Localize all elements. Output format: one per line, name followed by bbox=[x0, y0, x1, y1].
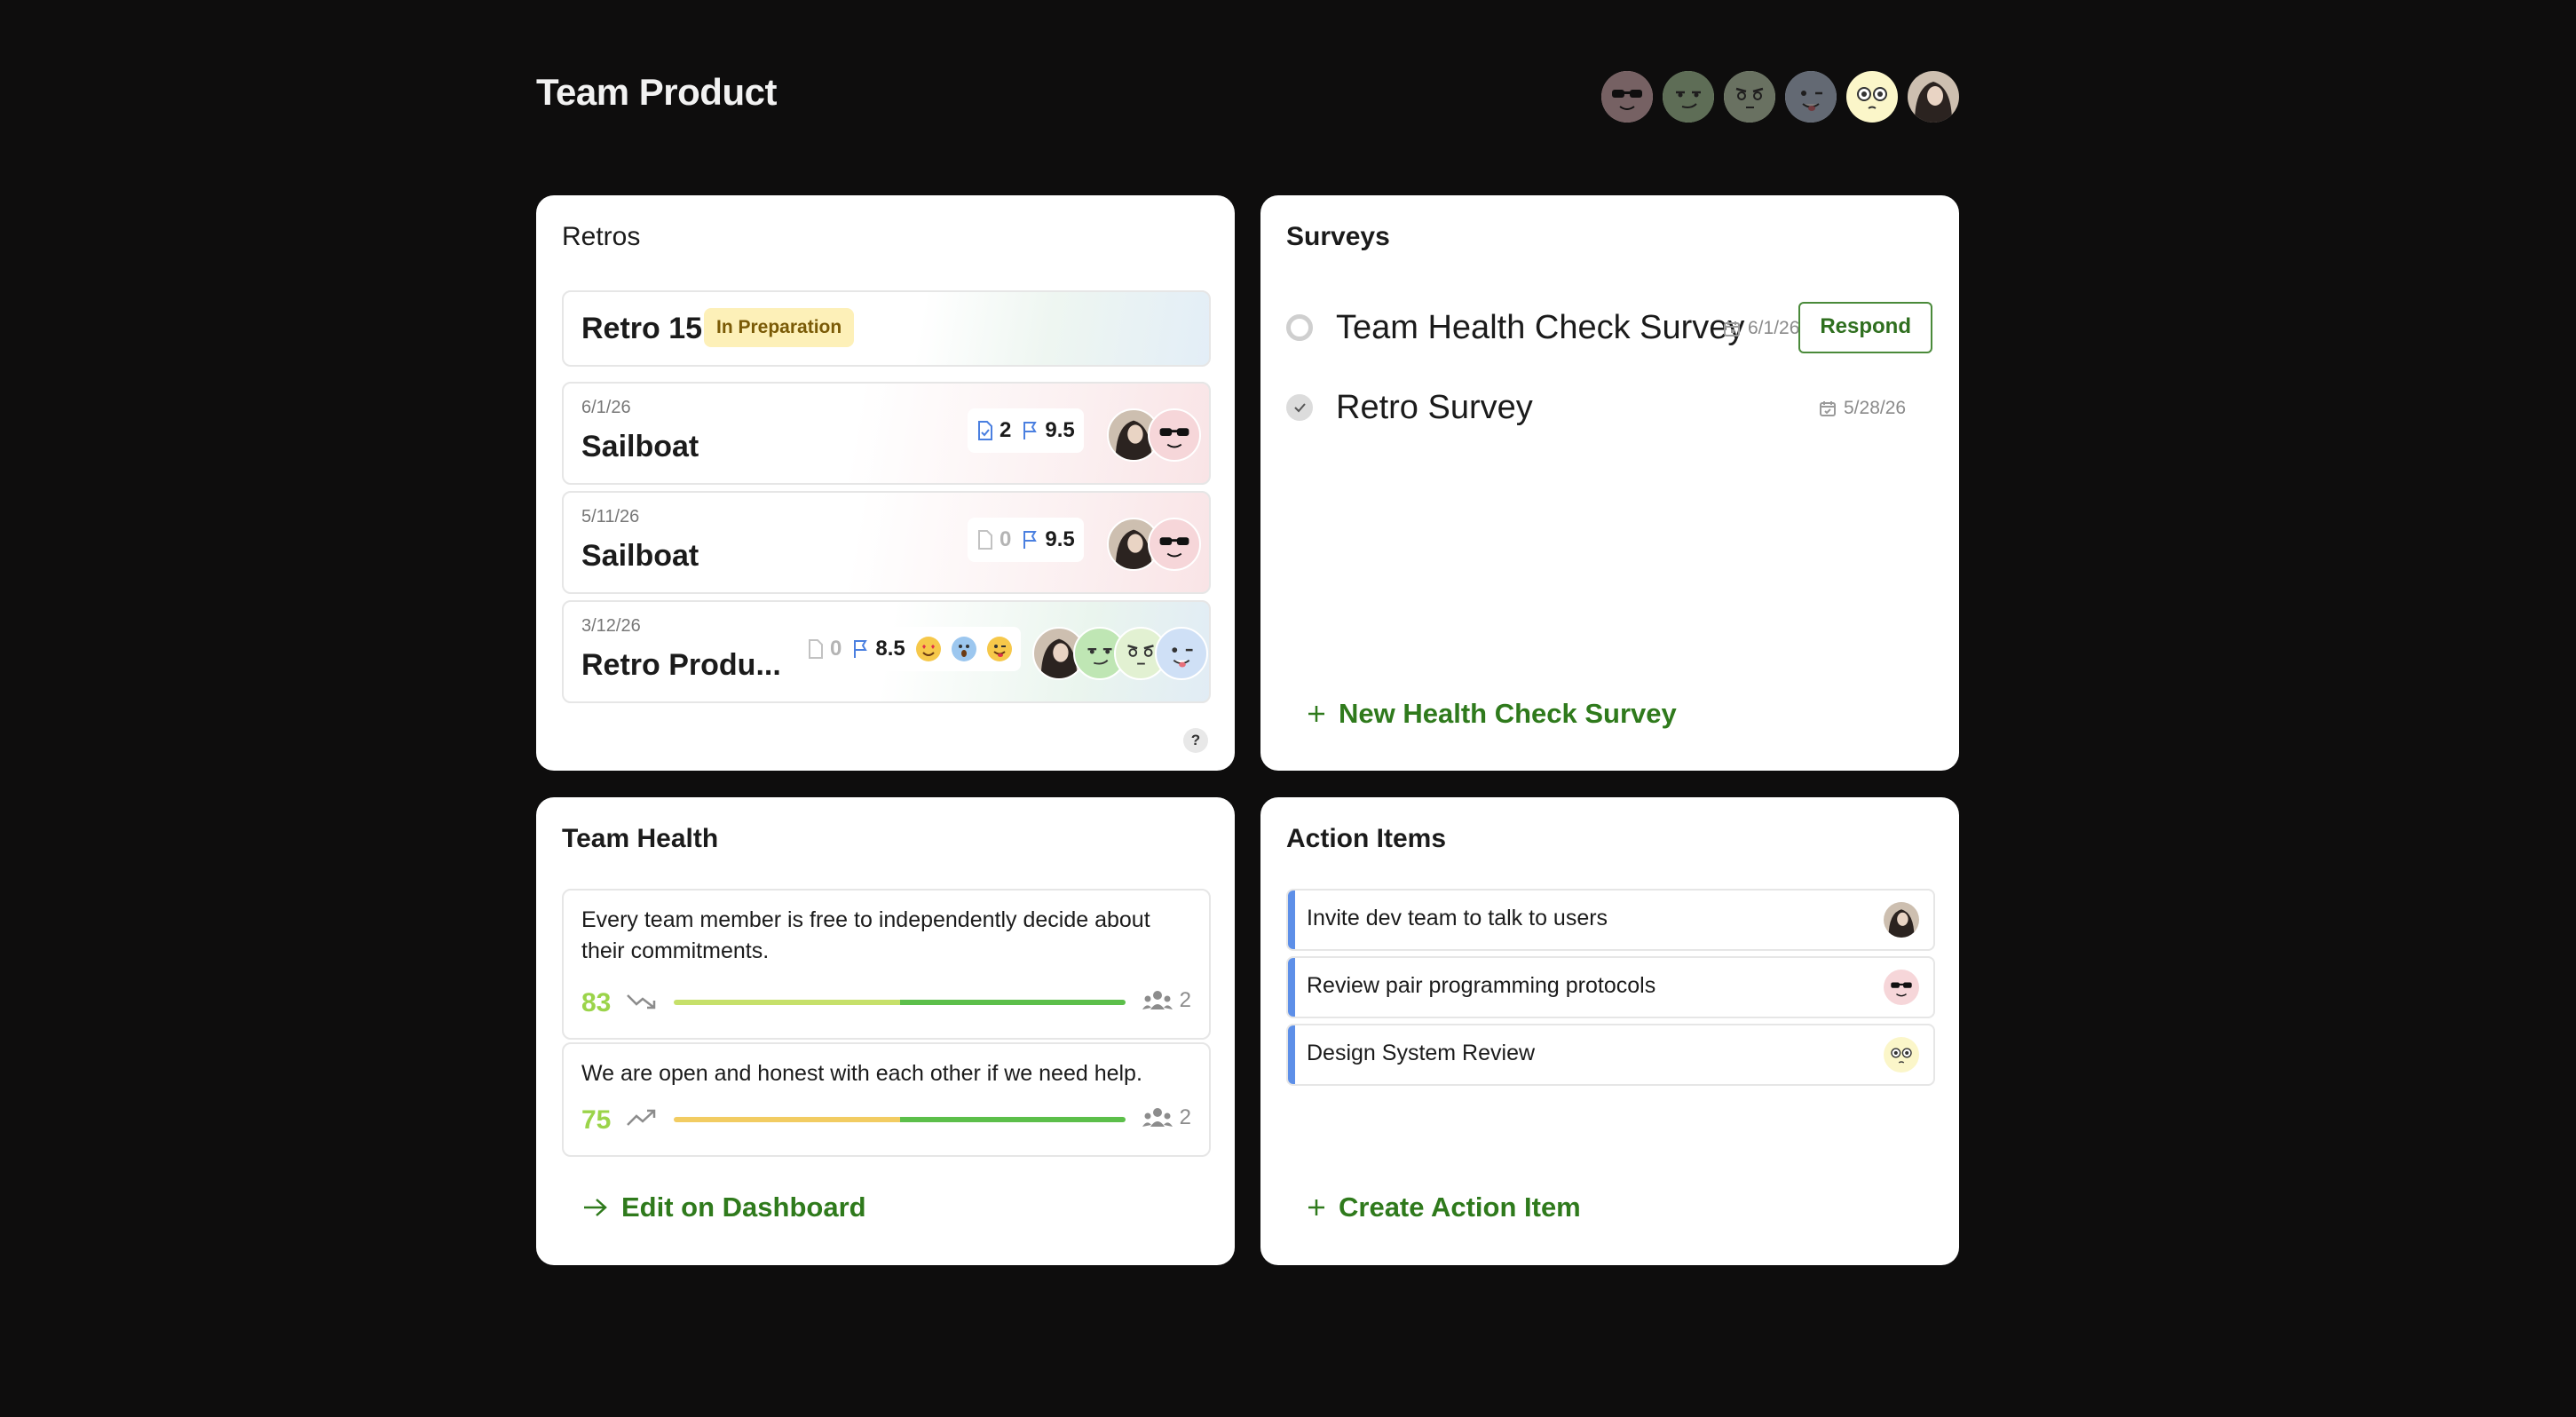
flag-icon bbox=[854, 640, 868, 658]
survey-row[interactable]: Retro Survey 5/28/26 bbox=[1286, 382, 1932, 435]
photo-avatar bbox=[1884, 902, 1919, 938]
survey-date: 6/1/26 bbox=[1723, 318, 1799, 339]
health-item[interactable]: We are open and honest with each other i… bbox=[562, 1042, 1211, 1157]
action-item-text: Review pair programming protocols bbox=[1307, 973, 1656, 998]
surveys-card: Surveys Team Health Check Survey 6/1/26 … bbox=[1260, 195, 1959, 771]
health-score-bar bbox=[674, 1117, 1126, 1122]
score-stat: 8.5 bbox=[852, 637, 905, 661]
participants bbox=[1032, 627, 1208, 680]
retro-date: 5/11/26 bbox=[581, 507, 640, 526]
retro-date: 3/12/26 bbox=[581, 616, 641, 636]
arrow-right-icon bbox=[584, 1199, 607, 1216]
respond-button[interactable]: Respond bbox=[1798, 302, 1932, 353]
survey-date: 5/28/26 bbox=[1819, 398, 1906, 419]
retro-stats: 0 9.5 bbox=[968, 518, 1084, 562]
tongue-face-avatar[interactable] bbox=[1785, 71, 1837, 123]
health-item[interactable]: Every team member is free to independent… bbox=[562, 889, 1211, 1040]
flag-icon bbox=[1023, 422, 1038, 439]
team-health-card: Team Health Every team member is free to… bbox=[536, 797, 1235, 1265]
survey-name: Retro Survey bbox=[1336, 389, 1533, 426]
sunglasses-face-avatar bbox=[1148, 408, 1201, 462]
sunglasses-face-avatar bbox=[1148, 518, 1201, 571]
document-icon bbox=[978, 421, 992, 440]
health-question: Every team member is free to independent… bbox=[581, 907, 1150, 963]
score-stat: 9.5 bbox=[1022, 418, 1075, 443]
current-retro-name: Retro 15 bbox=[581, 312, 703, 345]
action-item-stripe bbox=[1288, 958, 1295, 1017]
health-score: 83 bbox=[581, 988, 612, 1017]
edit-on-dashboard-link[interactable]: Edit on Dashboard bbox=[582, 1191, 866, 1223]
surveys-title: Surveys bbox=[1286, 222, 1390, 251]
plus-icon bbox=[1308, 706, 1324, 722]
retros-title: Retros bbox=[562, 222, 641, 251]
flag-icon bbox=[1023, 531, 1038, 549]
people-icon bbox=[1142, 1108, 1173, 1127]
create-action-item-button[interactable]: Create Action Item bbox=[1307, 1191, 1581, 1223]
team-member-avatars bbox=[1601, 71, 1960, 123]
action-items-title: Action Items bbox=[1286, 824, 1447, 853]
help-button[interactable]: ? bbox=[1183, 728, 1208, 753]
responses-count: 2 bbox=[1142, 1105, 1191, 1130]
plus-icon bbox=[1308, 1199, 1324, 1215]
action-item[interactable]: Design System Review bbox=[1286, 1024, 1935, 1086]
retro-name: Retro Produ... bbox=[581, 648, 781, 682]
participants bbox=[1107, 518, 1201, 571]
retros-card: Retros Retro 15 In Preparation 6/1/26 Sa… bbox=[536, 195, 1235, 771]
retro-row[interactable]: 6/1/26 Sailboat 2 9.5 bbox=[562, 382, 1211, 485]
score-stat: 9.5 bbox=[1022, 527, 1075, 552]
retro-stats: 2 9.5 bbox=[968, 408, 1084, 453]
notes-stat: 0 bbox=[807, 637, 842, 661]
survey-row[interactable]: Team Health Check Survey 6/1/26 Respond bbox=[1286, 302, 1932, 355]
retro-row[interactable]: 3/12/26 Retro Produ... 0 8.5 bbox=[562, 600, 1211, 703]
action-item-text: Invite dev team to talk to users bbox=[1307, 906, 1608, 930]
action-item-stripe bbox=[1288, 1025, 1295, 1084]
page-title: Team Product bbox=[536, 71, 777, 113]
new-survey-button[interactable]: New Health Check Survey bbox=[1307, 698, 1677, 730]
survey-status-circle-icon[interactable] bbox=[1286, 314, 1313, 341]
retro-row[interactable]: 5/11/26 Sailboat 0 9.5 bbox=[562, 491, 1211, 594]
participants bbox=[1107, 408, 1201, 462]
smirk-face-avatar[interactable] bbox=[1663, 71, 1714, 123]
document-icon bbox=[809, 639, 823, 659]
trend-up-icon bbox=[627, 1109, 656, 1126]
action-item[interactable]: Invite dev team to talk to users bbox=[1286, 889, 1935, 951]
status-badge: In Preparation bbox=[704, 308, 855, 347]
action-item-text: Design System Review bbox=[1307, 1041, 1536, 1065]
survey-completed-check-icon bbox=[1286, 394, 1313, 421]
calendar-icon bbox=[1724, 321, 1740, 336]
action-items-card: Action Items Invite dev team to talk to … bbox=[1260, 797, 1959, 1265]
people-icon bbox=[1142, 991, 1173, 1009]
action-item-stripe bbox=[1288, 891, 1295, 949]
scream-emoji-icon bbox=[951, 637, 976, 661]
document-icon bbox=[978, 530, 992, 550]
trend-down-icon bbox=[627, 994, 656, 1009]
retro-stats: 0 8.5 bbox=[798, 627, 1021, 671]
retro-date: 6/1/26 bbox=[581, 398, 631, 417]
pleading-face-avatar[interactable] bbox=[1846, 71, 1898, 123]
calendar-check-icon bbox=[1820, 401, 1836, 416]
survey-name: Team Health Check Survey bbox=[1336, 309, 1745, 346]
notes-stat: 0 bbox=[976, 527, 1011, 552]
responses-count: 2 bbox=[1142, 988, 1191, 1013]
health-score-bar bbox=[674, 1000, 1126, 1005]
photo-avatar[interactable] bbox=[1908, 71, 1959, 123]
sunglasses-face-avatar[interactable] bbox=[1601, 71, 1653, 123]
action-item[interactable]: Review pair programming protocols bbox=[1286, 956, 1935, 1018]
pleading-face-avatar bbox=[1884, 1037, 1919, 1073]
team-health-title: Team Health bbox=[562, 824, 719, 853]
notes-stat: 2 bbox=[976, 418, 1011, 443]
current-retro[interactable]: Retro 15 In Preparation bbox=[562, 290, 1211, 367]
health-score: 75 bbox=[581, 1105, 612, 1135]
retro-name: Sailboat bbox=[581, 539, 699, 573]
winking-tongue-emoji-icon bbox=[986, 637, 1012, 661]
health-question: We are open and honest with each other i… bbox=[581, 1061, 1142, 1086]
heart-eyes-emoji-icon bbox=[915, 637, 941, 661]
sunglasses-face-avatar bbox=[1884, 970, 1919, 1005]
retro-name: Sailboat bbox=[581, 430, 699, 463]
skeptical-face-avatar[interactable] bbox=[1724, 71, 1775, 123]
tongue-face-avatar bbox=[1155, 627, 1208, 680]
